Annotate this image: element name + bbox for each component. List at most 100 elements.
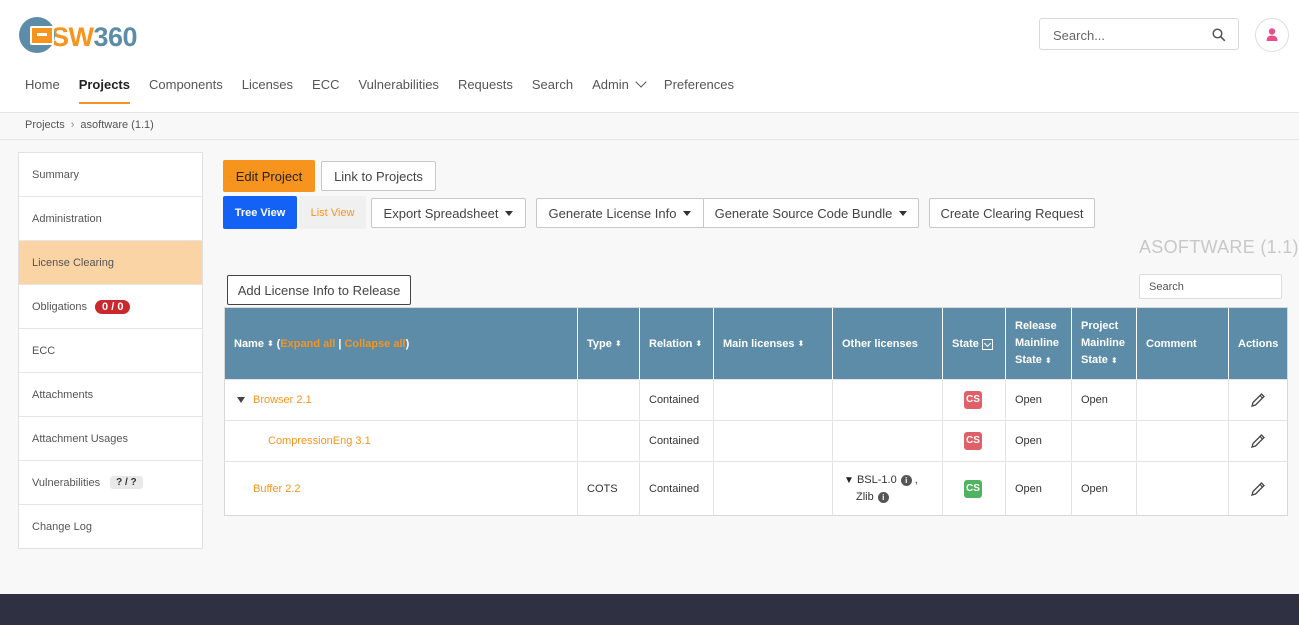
- col-type[interactable]: Type ⬍: [578, 308, 640, 379]
- nav-requests[interactable]: Requests: [458, 77, 513, 104]
- generate-source-bundle-dropdown[interactable]: Generate Source Code Bundle: [703, 198, 919, 228]
- user-avatar[interactable]: [1255, 18, 1289, 52]
- col-other-licenses-label: Other licenses: [842, 337, 918, 350]
- search-icon[interactable]: [1212, 28, 1226, 42]
- link-separator: |: [338, 337, 342, 350]
- sidebar-item-summary[interactable]: Summary: [19, 153, 202, 197]
- clearing-state-badge: CS: [964, 479, 982, 498]
- nav-vulnerabilities[interactable]: Vulnerabilities: [358, 77, 438, 104]
- sidebar-item-license-clearing[interactable]: License Clearing: [19, 241, 202, 285]
- state-filter-icon[interactable]: [981, 339, 993, 350]
- cell-project-mainline-state: [1072, 421, 1137, 461]
- edit-pencil-icon[interactable]: [1250, 481, 1266, 497]
- license-link[interactable]: BSL-1.0: [857, 474, 897, 486]
- project-title: ASOFTWARE (1.1): [1139, 237, 1299, 257]
- generate-license-info-dropdown[interactable]: Generate License Info: [536, 198, 704, 228]
- cell-release-mainline-state: Open: [1006, 421, 1072, 461]
- generate-license-info-label: Generate License Info: [548, 205, 677, 221]
- cell-main-licenses: [714, 380, 833, 420]
- sidebar-item-label: Obligations: [32, 300, 88, 313]
- sidebar-item-administration[interactable]: Administration: [19, 197, 202, 241]
- col-release-mainline-label: State: [1015, 354, 1042, 366]
- list-view-button[interactable]: List View: [299, 196, 366, 229]
- release-link[interactable]: CompressionEng 3.1: [268, 435, 371, 447]
- col-name-label: Name: [234, 337, 264, 350]
- sidebar-item-attachment-usages[interactable]: Attachment Usages: [19, 417, 202, 461]
- release-link[interactable]: Browser 2.1: [253, 394, 312, 406]
- sidebar-item-label: Vulnerabilities: [32, 476, 101, 489]
- edit-pencil-icon[interactable]: [1250, 392, 1266, 408]
- edit-project-button[interactable]: Edit Project: [223, 160, 315, 192]
- col-main-licenses[interactable]: Main licenses ⬍: [714, 308, 833, 379]
- sort-icon: ⬍: [797, 339, 805, 348]
- generate-source-bundle-label: Generate Source Code Bundle: [714, 205, 893, 221]
- expand-all-link[interactable]: Expand all: [280, 338, 335, 350]
- col-actions-label: Actions: [1238, 337, 1279, 350]
- sidebar-item-label: Administration: [32, 212, 102, 225]
- col-name[interactable]: Name ⬍ (Expand all | Collapse all): [225, 308, 578, 379]
- info-icon[interactable]: i: [877, 492, 889, 503]
- create-clearing-request-button[interactable]: Create Clearing Request: [929, 198, 1095, 228]
- cell-relation: Contained: [640, 462, 714, 515]
- global-search-input[interactable]: Search...: [1039, 18, 1239, 50]
- col-project-mainline-label: State: [1081, 354, 1108, 366]
- col-release-mainline-state[interactable]: Release Mainline State ⬍: [1006, 308, 1072, 379]
- cell-comment: [1137, 462, 1229, 515]
- cell-project-mainline-state: Open: [1072, 462, 1137, 515]
- tree-view-button[interactable]: Tree View: [223, 196, 297, 229]
- sidebar-item-change-log[interactable]: Change Log: [19, 505, 202, 549]
- col-relation[interactable]: Relation ⬍: [640, 308, 714, 379]
- nav-admin[interactable]: Admin: [592, 76, 647, 104]
- nav-preferences[interactable]: Preferences: [664, 77, 734, 104]
- col-project-mainline-state[interactable]: Project Mainline State ⬍: [1072, 308, 1137, 379]
- top-header: SW360 Search... Home Projects Components…: [0, 0, 1299, 113]
- col-project-mainline-label: Mainline: [1081, 337, 1126, 349]
- sidebar-item-label: Attachments: [32, 388, 94, 401]
- clearing-state-badge: CS: [964, 391, 982, 409]
- nav-ecc[interactable]: ECC: [312, 77, 339, 104]
- cell-type: [578, 380, 640, 420]
- add-license-info-button[interactable]: Add License Info to Release: [227, 275, 411, 305]
- release-link[interactable]: Buffer 2.2: [253, 483, 301, 495]
- search-placeholder: Search...: [1053, 28, 1106, 43]
- col-actions: Actions: [1229, 308, 1287, 379]
- cell-state: CS: [943, 421, 1006, 461]
- nav-projects[interactable]: Projects: [78, 77, 130, 104]
- col-type-label: Type: [587, 337, 612, 350]
- nav-search[interactable]: Search: [532, 77, 573, 104]
- caret-down-icon: [505, 210, 514, 216]
- cell-name: CompressionEng 3.1: [225, 421, 578, 461]
- table-search-input[interactable]: Search: [1139, 274, 1282, 299]
- sidebar-item-label: ECC: [32, 344, 56, 357]
- export-spreadsheet-dropdown[interactable]: Export Spreadsheet: [371, 198, 526, 228]
- table-row: Browser 2.1 Contained CS Open Open: [225, 379, 1287, 420]
- col-state[interactable]: State: [943, 308, 1006, 379]
- sidebar-item-ecc[interactable]: ECC: [19, 329, 202, 373]
- cell-relation: Contained: [640, 380, 714, 420]
- collapse-all-link[interactable]: Collapse all: [344, 338, 405, 350]
- license-link[interactable]: Zlib: [856, 491, 874, 503]
- col-other-licenses: Other licenses: [833, 308, 943, 379]
- page-footer: [0, 594, 1299, 625]
- breadcrumb-projects[interactable]: Projects: [25, 119, 65, 131]
- sw360-logo[interactable]: SW360: [19, 17, 137, 57]
- divider: [0, 139, 1299, 140]
- info-icon[interactable]: i: [900, 475, 912, 486]
- cell-other-licenses: [833, 380, 943, 420]
- nav-admin-label: Admin: [592, 77, 629, 92]
- col-comment-label: Comment: [1146, 337, 1197, 350]
- nav-licenses[interactable]: Licenses: [242, 77, 293, 104]
- sidebar-item-vulnerabilities[interactable]: Vulnerabilities ? / ?: [19, 461, 202, 505]
- sidebar-item-obligations[interactable]: Obligations 0 / 0: [19, 285, 202, 329]
- collapse-triangle-icon[interactable]: ▼: [844, 475, 854, 486]
- sidebar-item-label: License Clearing: [32, 256, 114, 269]
- nav-components[interactable]: Components: [149, 77, 223, 104]
- sort-icon: ⬍: [1110, 356, 1118, 365]
- sidebar-item-label: Summary: [32, 168, 80, 181]
- edit-pencil-icon[interactable]: [1250, 433, 1266, 449]
- link-to-projects-button[interactable]: Link to Projects: [321, 161, 436, 191]
- nav-home[interactable]: Home: [25, 77, 60, 104]
- collapse-triangle-icon[interactable]: [237, 397, 245, 403]
- cell-main-licenses: [714, 462, 833, 515]
- sidebar-item-attachments[interactable]: Attachments: [19, 373, 202, 417]
